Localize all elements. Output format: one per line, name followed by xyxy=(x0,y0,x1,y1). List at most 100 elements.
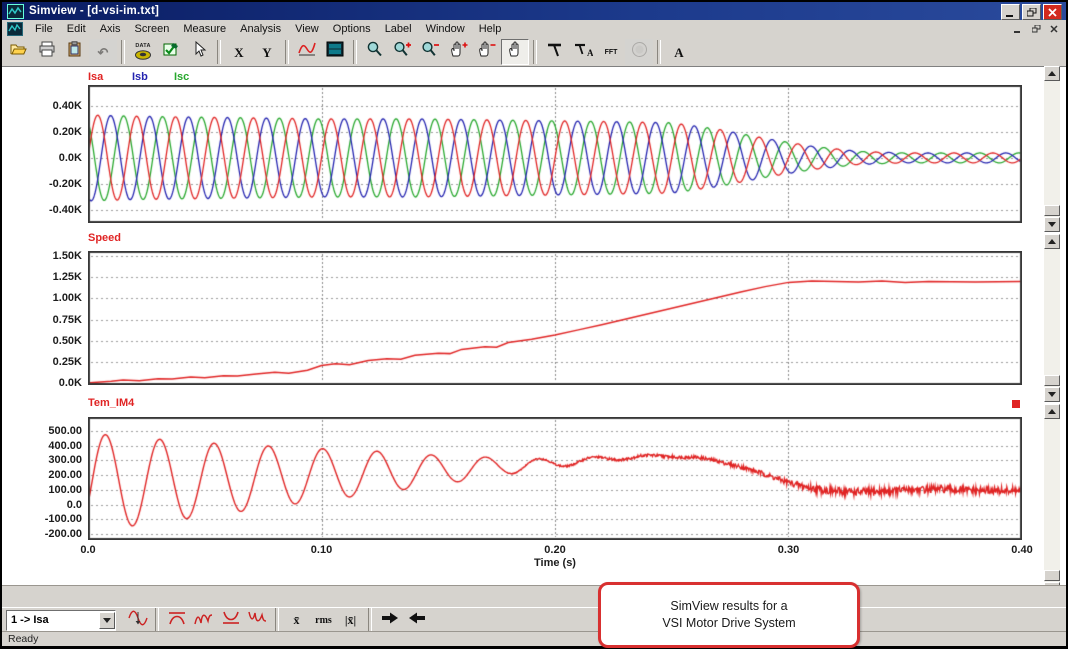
status-bar: Ready xyxy=(2,631,1066,646)
toolbar-separator xyxy=(353,40,357,64)
hand-add-button[interactable] xyxy=(445,39,473,65)
paste-button[interactable] xyxy=(61,39,89,65)
svg-text:A: A xyxy=(587,48,593,58)
menu-help[interactable]: Help xyxy=(472,21,509,37)
measure-label-icon: A xyxy=(573,41,593,63)
hand-icon xyxy=(506,41,524,63)
measure-label-button[interactable]: A xyxy=(569,39,597,65)
local-min-button[interactable] xyxy=(244,608,271,632)
mean-button[interactable]: x̄ xyxy=(283,608,310,632)
y-axis-icon: Y xyxy=(262,46,271,59)
arrow-left-icon xyxy=(407,611,427,630)
hand-plus-icon xyxy=(449,41,469,63)
torque-scrollbar[interactable] xyxy=(1044,404,1060,597)
menu-edit[interactable]: Edit xyxy=(60,21,93,37)
status-text: Ready xyxy=(8,633,38,645)
y-axis-button[interactable]: Y xyxy=(253,39,281,65)
minimize-button[interactable] xyxy=(1001,4,1020,20)
triangle-down-icon xyxy=(1048,392,1056,397)
restore-button[interactable] xyxy=(1022,4,1041,20)
hand-remove-button[interactable] xyxy=(473,39,501,65)
menu-screen[interactable]: Screen xyxy=(127,21,176,37)
menu-view[interactable]: View xyxy=(288,21,326,37)
scroll-down-button[interactable] xyxy=(1044,387,1060,402)
wave-cursor-icon xyxy=(127,610,149,631)
menu-analysis[interactable]: Analysis xyxy=(233,21,288,37)
edit-curve-button[interactable] xyxy=(157,39,185,65)
zoom-button[interactable] xyxy=(361,39,389,65)
currents-scrollbar[interactable] xyxy=(1044,66,1060,232)
add-curve-button[interactable] xyxy=(293,39,321,65)
fft-button[interactable]: FFT xyxy=(597,39,625,65)
abs-mean-icon: |x̄| xyxy=(345,613,356,628)
menu-axis[interactable]: Axis xyxy=(93,21,128,37)
toolbar-separator xyxy=(368,608,372,632)
child-restore-button[interactable] xyxy=(1028,22,1044,35)
global-min-button[interactable] xyxy=(217,608,244,632)
next-page-button[interactable] xyxy=(376,608,403,632)
document-icon xyxy=(7,22,23,36)
menu-measure[interactable]: Measure xyxy=(176,21,233,37)
prev-page-button[interactable] xyxy=(403,608,430,632)
screen-split-button[interactable] xyxy=(321,39,349,65)
text-button[interactable]: A xyxy=(665,39,693,65)
scroll-up-button[interactable] xyxy=(1044,234,1060,249)
magnifier-plus-icon xyxy=(393,41,413,63)
menu-window[interactable]: Window xyxy=(419,21,472,37)
global-max-button[interactable] xyxy=(163,608,190,632)
triangle-down-icon xyxy=(1048,222,1056,227)
menu-options[interactable]: Options xyxy=(326,21,378,37)
arrow-right-icon xyxy=(380,611,400,630)
scroll-up-button[interactable] xyxy=(1044,66,1060,81)
zoom-in-button[interactable] xyxy=(389,39,417,65)
lower-strip xyxy=(2,585,1066,608)
curve-measure-button[interactable] xyxy=(124,608,151,632)
x-axis-button[interactable]: X xyxy=(225,39,253,65)
text-icon: A xyxy=(674,46,683,59)
abs-mean-button[interactable]: |x̄| xyxy=(337,608,364,632)
scroll-thumb[interactable] xyxy=(1044,205,1060,216)
pointer-button[interactable] xyxy=(185,39,213,65)
print-button[interactable] xyxy=(33,39,61,65)
undo-button[interactable]: ↶ xyxy=(89,39,117,65)
speed-scrollbar[interactable] xyxy=(1044,234,1060,402)
child-close-button[interactable] xyxy=(1046,22,1062,35)
hand-minus-icon xyxy=(477,41,497,63)
measure-button[interactable] xyxy=(541,39,569,65)
annotation-box[interactable]: SimView results for a VSI Motor Drive Sy… xyxy=(598,582,860,648)
open-button[interactable] xyxy=(5,39,33,65)
scroll-up-button[interactable] xyxy=(1044,404,1060,419)
pan-button[interactable] xyxy=(501,39,529,65)
simview-window: Simview - [d-vsi-im.txt] File Edit Axis … xyxy=(0,0,1068,649)
scroll-down-button[interactable] xyxy=(1044,217,1060,232)
annotation-line2: VSI Motor Drive System xyxy=(662,615,795,632)
show-data-button[interactable]: DATA xyxy=(129,39,157,65)
triangle-up-icon xyxy=(1048,409,1056,414)
x-axis-icon: X xyxy=(234,46,243,59)
open-icon xyxy=(9,41,29,63)
close-button[interactable] xyxy=(1043,4,1062,20)
wait-button[interactable] xyxy=(625,39,653,65)
clipboard-icon xyxy=(66,41,84,63)
toolbar-separator xyxy=(285,40,289,64)
torque-plot[interactable] xyxy=(88,417,1022,540)
child-minimize-button[interactable] xyxy=(1010,22,1026,35)
app-icon xyxy=(7,4,24,19)
scroll-thumb[interactable] xyxy=(1044,570,1060,581)
local-max-button[interactable] xyxy=(190,608,217,632)
currents-plot[interactable] xyxy=(88,85,1022,223)
menu-label[interactable]: Label xyxy=(378,21,419,37)
scroll-thumb[interactable] xyxy=(1044,375,1060,386)
mean-icon: x̄ xyxy=(294,613,300,628)
magnifier-minus-icon xyxy=(421,41,441,63)
zoom-out-button[interactable] xyxy=(417,39,445,65)
global-max-icon xyxy=(166,610,188,631)
waveform-icon xyxy=(297,41,317,63)
channel-select[interactable]: 1 -> Isa xyxy=(6,610,116,631)
dropdown-button[interactable] xyxy=(99,612,115,629)
toolbar-separator xyxy=(275,608,279,632)
rms-button[interactable]: rms xyxy=(310,608,337,632)
menu-file[interactable]: File xyxy=(28,21,60,37)
measure-icon xyxy=(546,41,564,63)
speed-plot[interactable] xyxy=(88,251,1022,385)
